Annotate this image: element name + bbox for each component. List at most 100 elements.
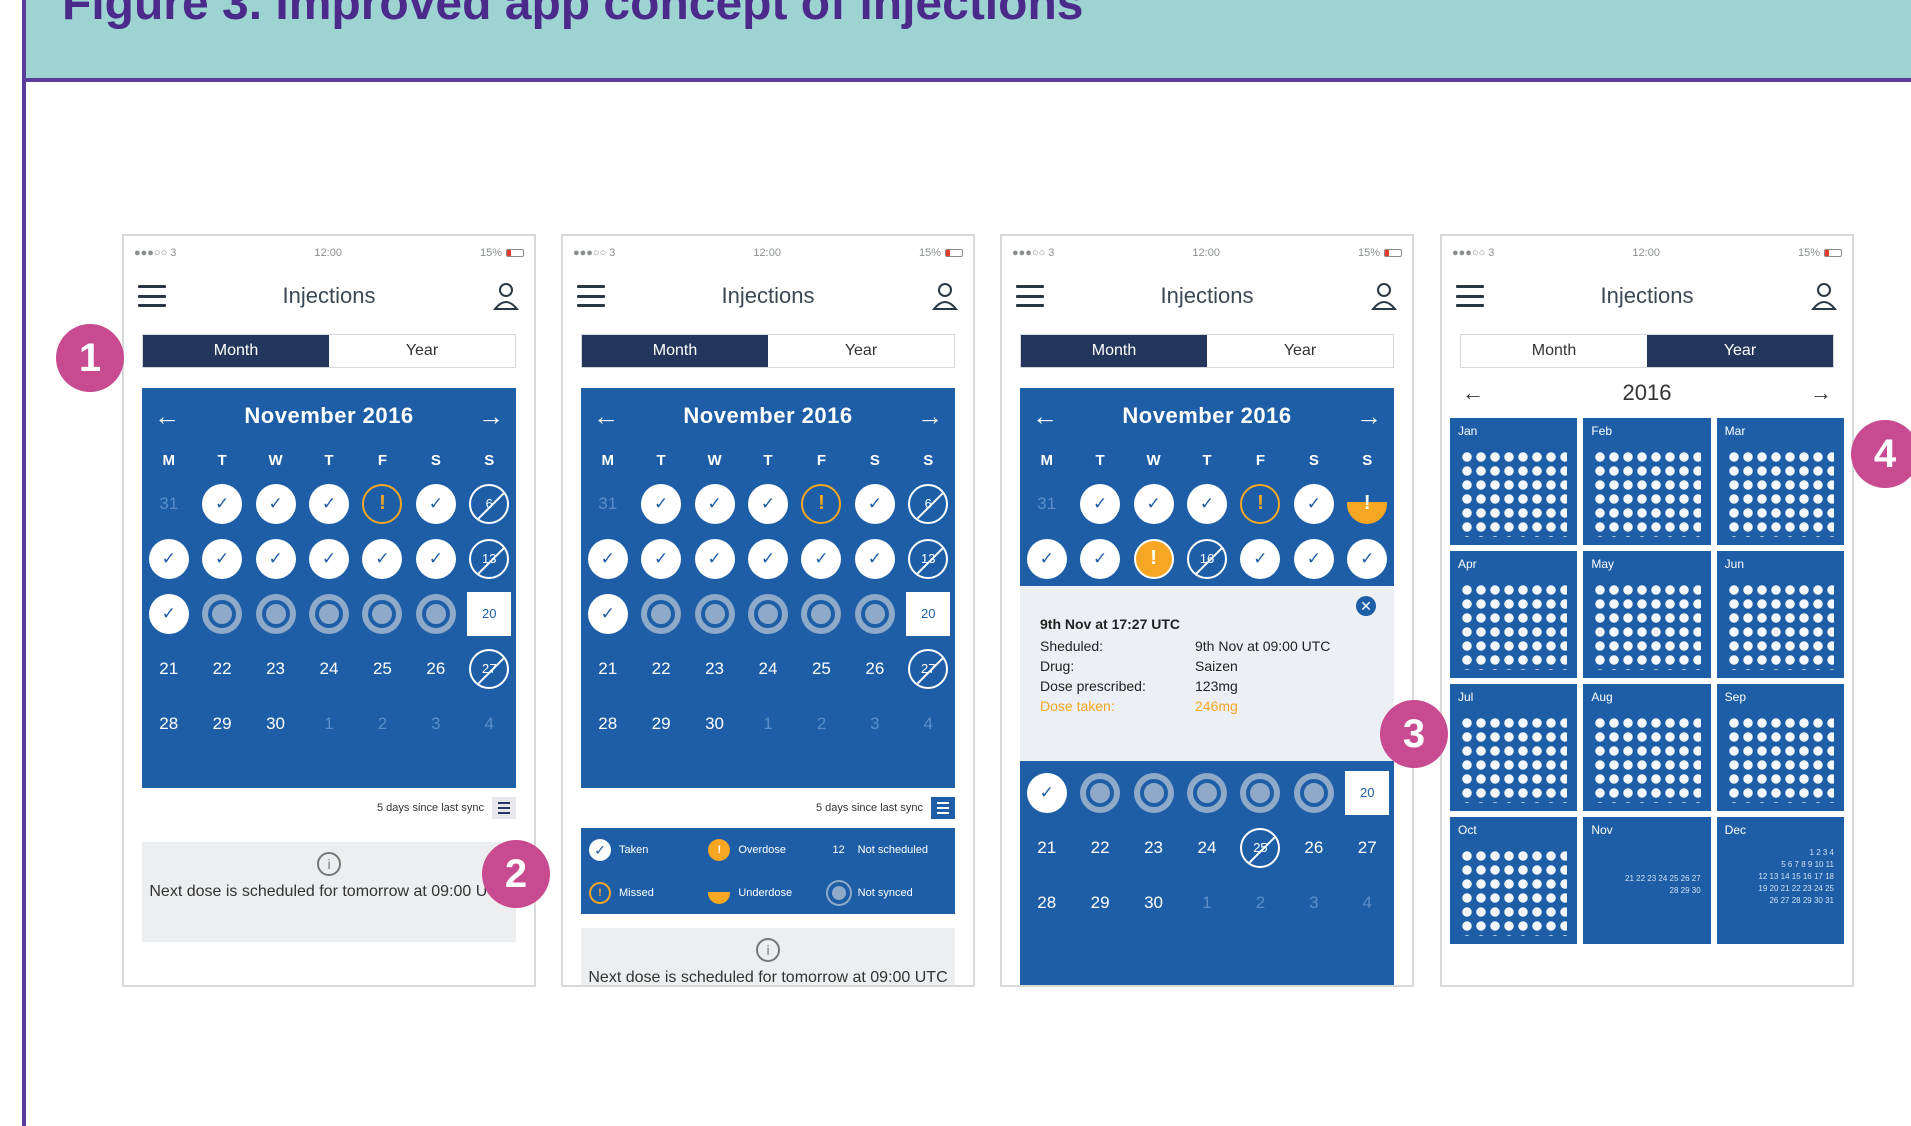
calendar-day[interactable]: ✓: [362, 538, 403, 579]
menu-icon[interactable]: [577, 285, 605, 307]
toggle-year[interactable]: Year: [768, 335, 954, 367]
calendar-day[interactable]: !: [362, 483, 403, 524]
next-month-arrow-icon[interactable]: →: [478, 401, 504, 432]
calendar-day[interactable]: ✓: [1080, 538, 1121, 579]
calendar-day[interactable]: [694, 593, 735, 634]
calendar-day[interactable]: 27: [908, 648, 949, 689]
calendar-day[interactable]: ✓: [1293, 483, 1334, 524]
calendar-day[interactable]: ✓: [1080, 483, 1121, 524]
month-card[interactable]: Jul: [1450, 684, 1578, 811]
calendar-day[interactable]: [362, 593, 403, 634]
calendar-day[interactable]: 4: [908, 704, 948, 744]
calendar-day[interactable]: 26: [1294, 828, 1334, 868]
list-view-icon[interactable]: [931, 797, 955, 819]
calendar-day[interactable]: !: [1347, 483, 1388, 524]
calendar-day[interactable]: 31: [588, 484, 628, 524]
calendar-day[interactable]: 27: [469, 648, 510, 689]
calendar-day[interactable]: [747, 593, 788, 634]
calendar-day[interactable]: [801, 593, 842, 634]
toggle-month[interactable]: Month: [143, 335, 329, 367]
month-card[interactable]: Feb: [1583, 418, 1711, 545]
calendar-day[interactable]: ✓: [202, 483, 243, 524]
calendar-day[interactable]: ✓: [854, 538, 895, 579]
calendar-day[interactable]: ✓: [1186, 483, 1227, 524]
calendar-day[interactable]: ✓: [641, 538, 682, 579]
toggle-year[interactable]: Year: [1207, 335, 1393, 367]
calendar-day[interactable]: 24: [309, 649, 349, 689]
month-card[interactable]: Dec 1 2 3 4 5 6 7 8 9 10 11 12 13 14 15 16 …: [1716, 817, 1844, 944]
calendar-day[interactable]: 6: [469, 483, 510, 524]
calendar-day[interactable]: 25: [1240, 827, 1281, 868]
calendar-day[interactable]: 3: [855, 704, 895, 744]
toggle-year[interactable]: Year: [329, 335, 515, 367]
calendar-day[interactable]: [1186, 772, 1227, 813]
calendar-day[interactable]: 26: [416, 649, 456, 689]
profile-icon[interactable]: [1370, 281, 1398, 311]
month-card[interactable]: Mar: [1716, 418, 1844, 545]
calendar-day[interactable]: 3: [1294, 883, 1334, 923]
calendar-day[interactable]: [641, 593, 682, 634]
close-icon[interactable]: ✕: [1356, 596, 1376, 616]
calendar-day[interactable]: 27: [1347, 828, 1387, 868]
profile-icon[interactable]: [931, 281, 959, 311]
calendar-day[interactable]: 4: [1347, 883, 1387, 923]
calendar-day[interactable]: ✓: [854, 483, 895, 524]
calendar-day[interactable]: [308, 593, 349, 634]
profile-icon[interactable]: [1810, 281, 1838, 311]
calendar-day[interactable]: [255, 593, 296, 634]
prev-month-arrow-icon[interactable]: ←: [1032, 401, 1058, 432]
calendar-day[interactable]: [1240, 772, 1281, 813]
menu-icon[interactable]: [138, 285, 166, 307]
calendar-day[interactable]: 31: [149, 484, 189, 524]
calendar-day[interactable]: ✓: [587, 593, 628, 634]
calendar-day[interactable]: 22: [1080, 828, 1120, 868]
calendar-day[interactable]: 28: [1027, 883, 1067, 923]
calendar-day[interactable]: ✓: [308, 538, 349, 579]
month-card[interactable]: Apr: [1450, 551, 1578, 678]
calendar-day[interactable]: ✓: [1026, 772, 1067, 813]
calendar-day[interactable]: 1: [1187, 883, 1227, 923]
calendar-day[interactable]: ✓: [1133, 483, 1174, 524]
calendar-day[interactable]: ✓: [1293, 538, 1334, 579]
calendar-day[interactable]: ✓: [587, 538, 628, 579]
calendar-day[interactable]: ✓: [1240, 538, 1281, 579]
calendar-day[interactable]: ✓: [694, 483, 735, 524]
calendar-day[interactable]: [1080, 772, 1121, 813]
month-card[interactable]: Jun: [1716, 551, 1844, 678]
calendar-day[interactable]: 30: [256, 704, 296, 744]
calendar-day[interactable]: ✓: [641, 483, 682, 524]
calendar-day[interactable]: 20: [1345, 770, 1390, 815]
calendar-day[interactable]: 16: [1186, 538, 1227, 579]
calendar-day[interactable]: 30: [695, 704, 735, 744]
calendar-day[interactable]: ✓: [415, 538, 456, 579]
toggle-month[interactable]: Month: [1461, 335, 1647, 367]
month-card[interactable]: May: [1583, 551, 1711, 678]
calendar-day[interactable]: [415, 593, 456, 634]
calendar-day[interactable]: ✓: [694, 538, 735, 579]
calendar-day[interactable]: [1133, 772, 1174, 813]
calendar-day[interactable]: 21: [1027, 828, 1067, 868]
prev-year-arrow-icon[interactable]: ←: [1462, 380, 1484, 406]
calendar-day[interactable]: ✓: [415, 483, 456, 524]
next-month-arrow-icon[interactable]: →: [917, 401, 943, 432]
calendar-day[interactable]: ✓: [202, 538, 243, 579]
calendar-day[interactable]: !: [801, 483, 842, 524]
calendar-day[interactable]: 25: [801, 649, 841, 689]
month-card[interactable]: Oct: [1450, 817, 1578, 944]
prev-month-arrow-icon[interactable]: ←: [593, 401, 619, 432]
calendar-day[interactable]: ✓: [255, 483, 296, 524]
calendar-day[interactable]: ✓: [747, 538, 788, 579]
calendar-day[interactable]: 29: [641, 704, 681, 744]
calendar-day[interactable]: 13: [469, 538, 510, 579]
calendar-day[interactable]: 21: [588, 649, 628, 689]
calendar-day[interactable]: 28: [588, 704, 628, 744]
calendar-day[interactable]: ✓: [801, 538, 842, 579]
calendar-day[interactable]: ✓: [1347, 538, 1388, 579]
calendar-day[interactable]: 1: [748, 704, 788, 744]
calendar-day[interactable]: 13: [908, 538, 949, 579]
calendar-day[interactable]: 29: [1080, 883, 1120, 923]
month-card[interactable]: Aug: [1583, 684, 1711, 811]
calendar-day[interactable]: 24: [1187, 828, 1227, 868]
calendar-day[interactable]: 22: [202, 649, 242, 689]
calendar-day[interactable]: 23: [256, 649, 296, 689]
